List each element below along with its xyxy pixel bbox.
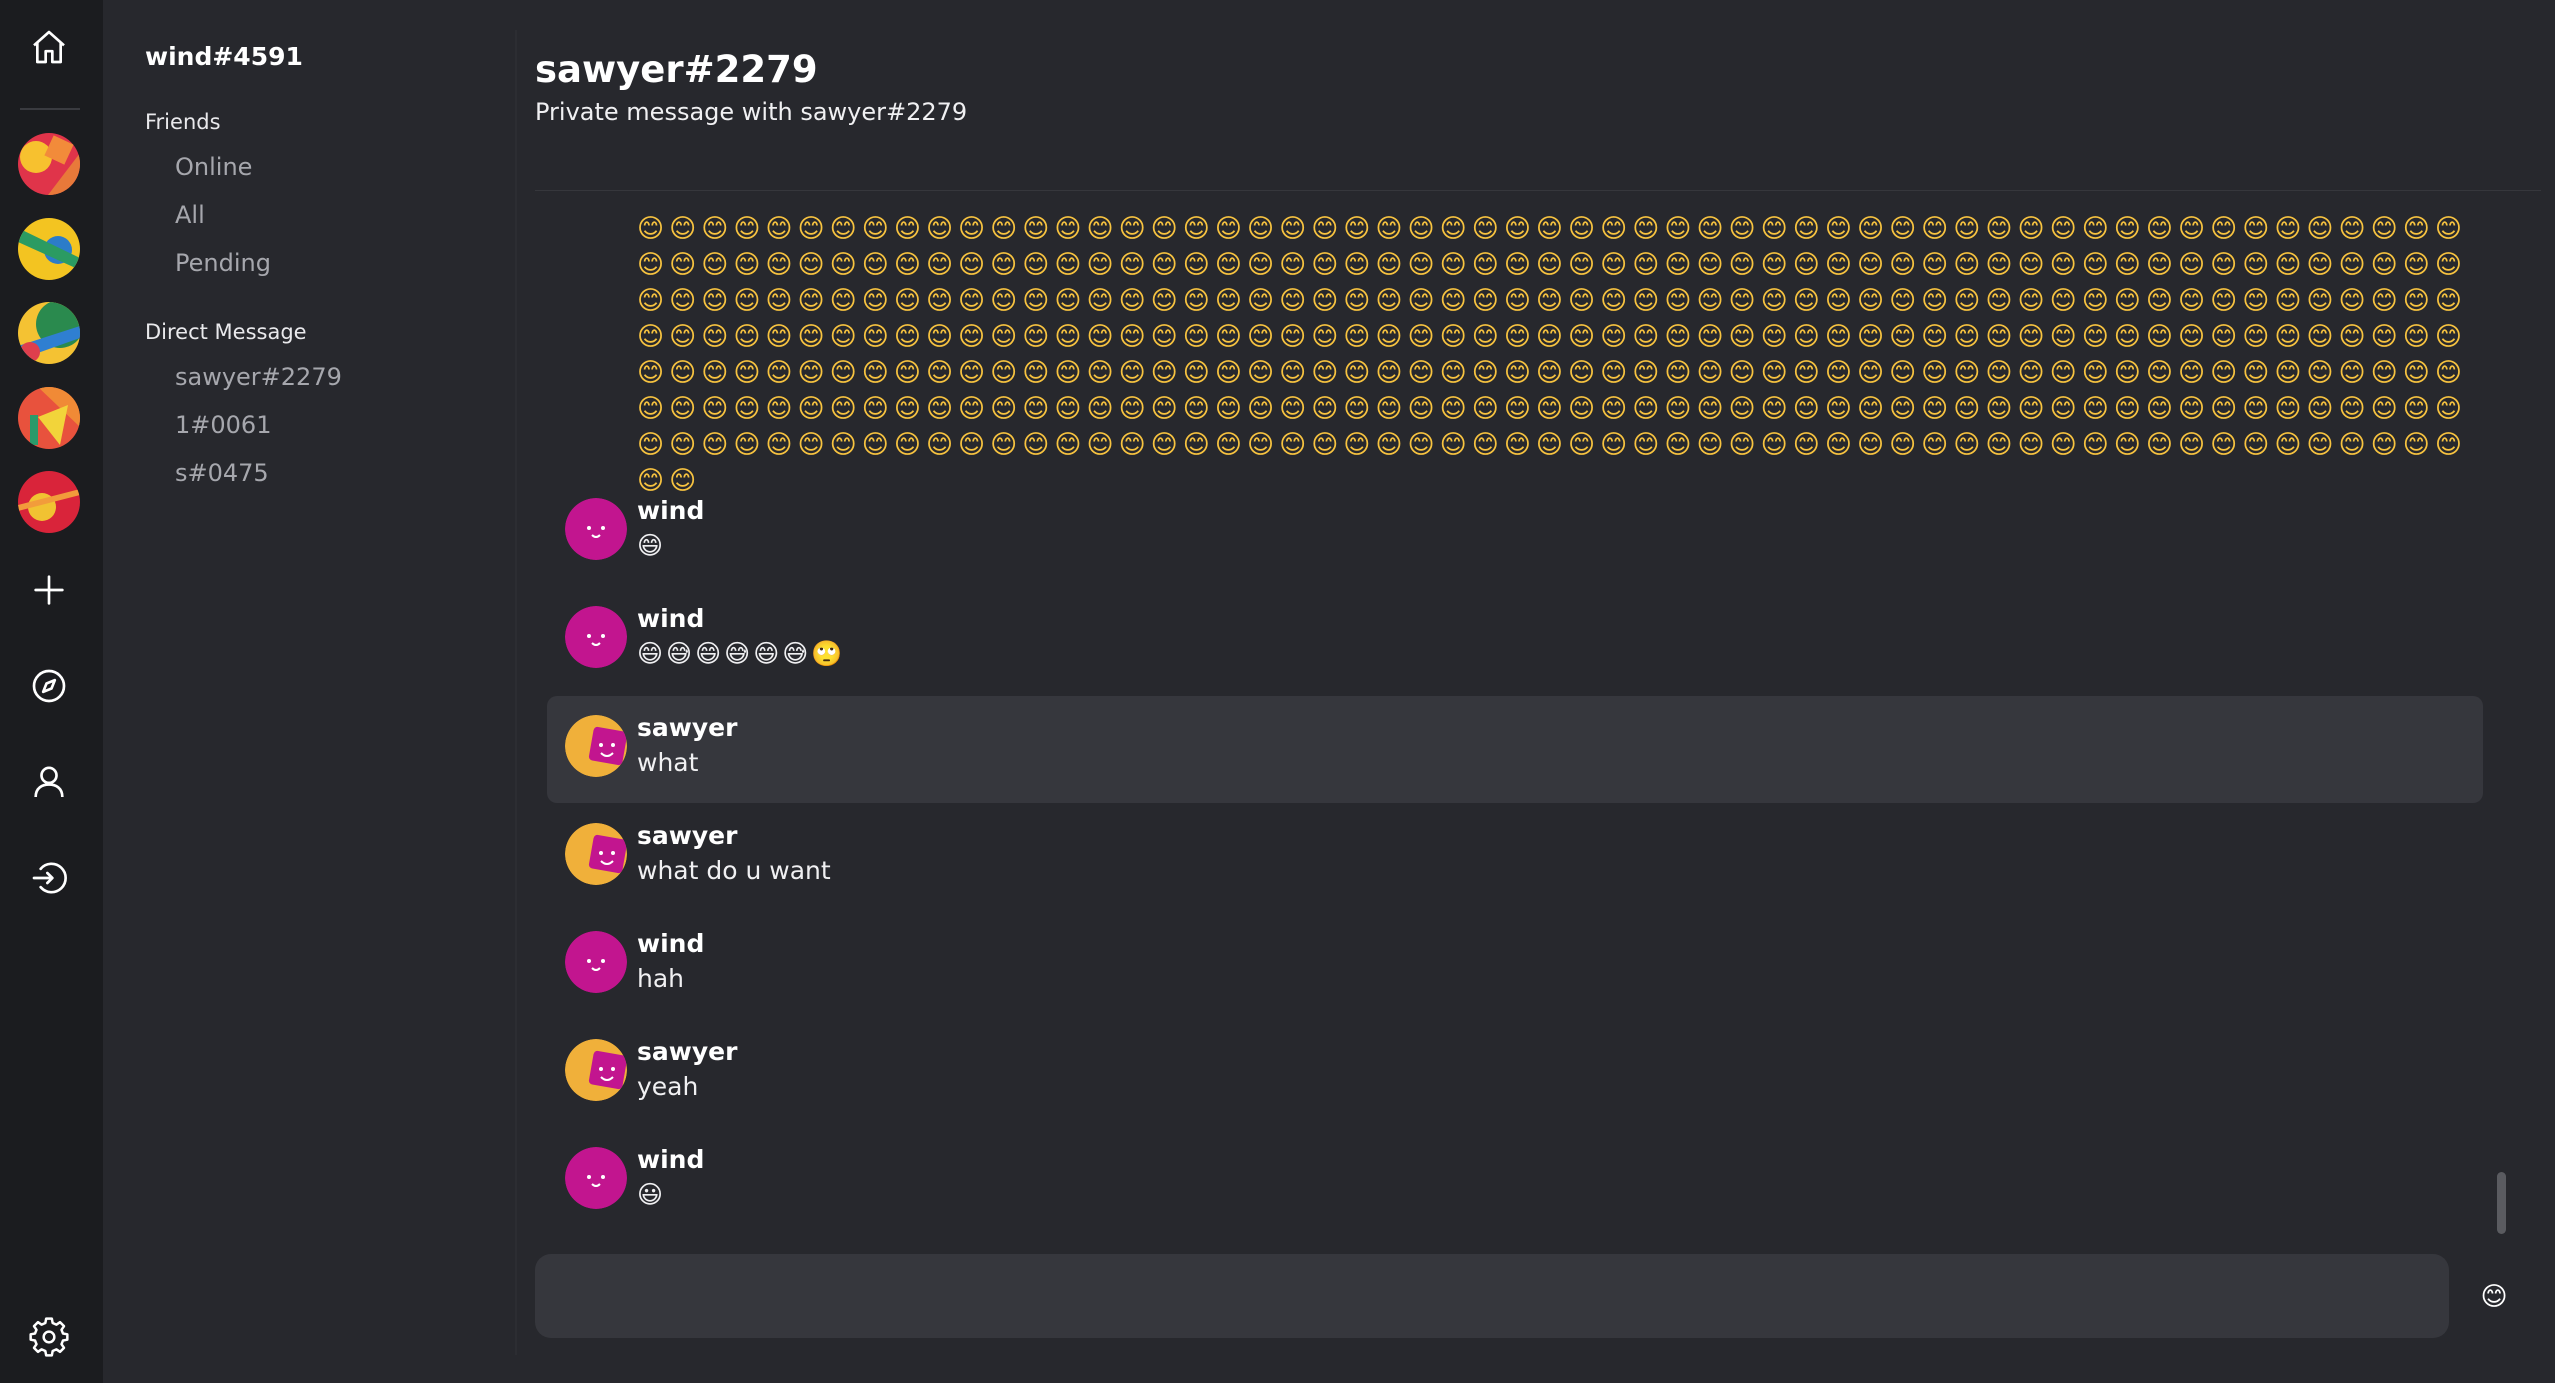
profile-icon[interactable]: [26, 759, 72, 805]
message-item[interactable]: sawyer what do u want: [547, 804, 2483, 911]
message-content: hah: [637, 964, 685, 993]
message-content: yeah: [637, 1072, 699, 1101]
message-item[interactable]: wind 😄: [547, 479, 2483, 586]
wind-avatar[interactable]: [565, 931, 627, 993]
wind-avatar[interactable]: [565, 498, 627, 560]
sawyer-avatar[interactable]: [565, 715, 627, 777]
current-username: wind#4591: [145, 42, 303, 71]
dm-item-1[interactable]: 1#0061: [175, 411, 271, 439]
message-author[interactable]: sawyer: [637, 821, 737, 850]
add-server-icon[interactable]: [26, 567, 72, 613]
home-icon[interactable]: [26, 24, 72, 70]
wind-avatar[interactable]: [565, 606, 627, 668]
nav-item-online[interactable]: Online: [175, 153, 252, 181]
emoji-picker-button[interactable]: 😊: [2477, 1280, 2511, 1314]
message-content: 😄😅😄😅😄😅🙄: [637, 639, 846, 668]
message-item[interactable]: sawyer yeah: [547, 1020, 2483, 1127]
wind-avatar[interactable]: [565, 1147, 627, 1209]
message-author[interactable]: sawyer: [637, 713, 737, 742]
direct-message-section-title: Direct Message: [145, 320, 307, 344]
server-icon-1[interactable]: [18, 133, 80, 195]
message-item-highlighted[interactable]: sawyer what: [547, 696, 2483, 803]
sawyer-avatar[interactable]: [565, 823, 627, 885]
message-input[interactable]: [535, 1254, 2449, 1338]
server-icon-3[interactable]: [18, 302, 80, 364]
smiley-icon: 😊: [2480, 1282, 2508, 1312]
chat-title: sawyer#2279: [535, 48, 818, 91]
nav-item-all[interactable]: All: [175, 201, 205, 229]
message-list-scrollbar[interactable]: [2497, 1172, 2506, 1234]
message-content: what: [637, 748, 699, 777]
explore-compass-icon[interactable]: [26, 663, 72, 709]
server-rail: [0, 0, 103, 1383]
message-author[interactable]: sawyer: [637, 1037, 737, 1066]
message-item[interactable]: wind 😃: [547, 1128, 2483, 1235]
server-icon-4[interactable]: [18, 387, 80, 449]
message-content: 😃: [637, 1180, 667, 1209]
message-content: what do u want: [637, 856, 831, 885]
message-author[interactable]: wind: [637, 604, 704, 633]
logout-icon[interactable]: [26, 855, 72, 901]
chat-subtitle: Private message with sawyer#2279: [535, 98, 968, 126]
dm-item-s[interactable]: s#0475: [175, 459, 269, 487]
message-content: 😄: [637, 531, 667, 560]
message-item[interactable]: wind 😄😅😄😅😄😅🙄: [547, 587, 2483, 694]
emoji-spam-message: 😊😊😊😊😊😊😊😊😊😊😊😊😊😊😊😊😊😊😊😊😊😊😊😊😊😊😊😊😊😊😊😊😊😊😊😊😊😊😊😊…: [637, 214, 2467, 496]
message-author[interactable]: wind: [637, 1145, 704, 1174]
header-divider: [535, 190, 2541, 191]
server-icon-5[interactable]: [18, 471, 80, 533]
sawyer-avatar[interactable]: [565, 1039, 627, 1101]
friends-panel: wind#4591 Friends Online All Pending Dir…: [103, 0, 515, 1383]
friends-section-title: Friends: [145, 110, 221, 134]
message-author[interactable]: wind: [637, 929, 704, 958]
nav-item-pending[interactable]: Pending: [175, 249, 271, 277]
message-author[interactable]: wind: [637, 496, 704, 525]
message-item[interactable]: wind hah: [547, 912, 2483, 1019]
rail-divider: [20, 108, 80, 110]
settings-gear-icon[interactable]: [26, 1314, 72, 1360]
server-icon-2[interactable]: [18, 218, 80, 280]
dm-item-sawyer[interactable]: sawyer#2279: [175, 363, 342, 391]
chat-area: sawyer#2279 Private message with sawyer#…: [517, 0, 2555, 1383]
